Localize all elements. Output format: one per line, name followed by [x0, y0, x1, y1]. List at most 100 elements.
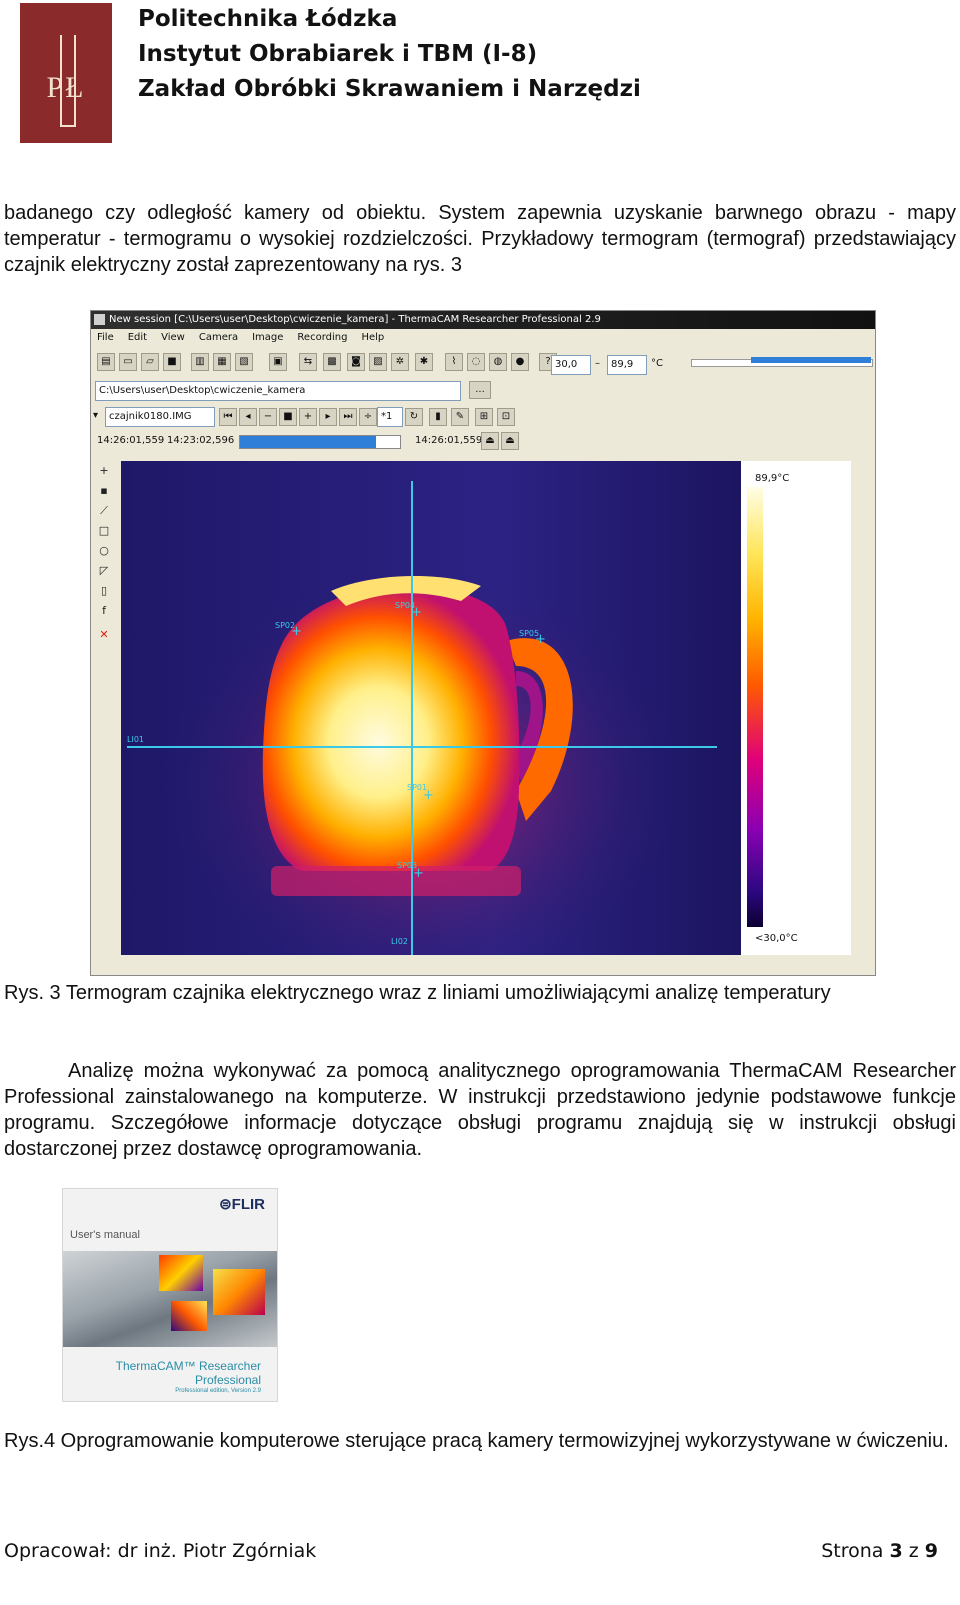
time-row: 14:26:01,559 14:23:02,596 14:26:01,559 ⏏…: [91, 430, 875, 454]
range-min-input[interactable]: 30,0: [551, 355, 591, 375]
spot-marker-sp05: +: [535, 632, 546, 647]
time-start: 14:26:01,559: [97, 435, 165, 446]
dropdown-arrow-icon[interactable]: ▾: [93, 410, 98, 421]
footer-page-number: Strona 3 z 9: [821, 1540, 938, 1562]
analysis-toolbar: + ▪ ⟋ □ ○ ◸ ▯ f ✕: [91, 459, 117, 974]
menu-file[interactable]: File: [97, 329, 114, 347]
save-icon[interactable]: ■: [163, 353, 181, 371]
first-frame-icon[interactable]: ⏮: [219, 408, 237, 426]
menu-edit[interactable]: Edit: [128, 329, 147, 347]
thermal-shot-1: [159, 1255, 203, 1291]
gear-icon[interactable]: ✲: [391, 353, 409, 371]
menu-help[interactable]: Help: [361, 329, 384, 347]
app-icon: [94, 314, 105, 325]
isotherm-icon[interactable]: ▯: [95, 583, 113, 599]
file-row: ▾ czajnik0180.IMG ⏮ ◂ − ■ + ▸ ⏭ ÷ *1 ↻ ▮…: [91, 404, 875, 430]
header-university: Politechnika Łódzka: [138, 6, 398, 32]
line-label-li02: LI02: [391, 937, 408, 946]
thermogram-image: SP02 + SP04 + SP05 + LI01 SP01 + SP03 + …: [121, 461, 741, 955]
stop-icon[interactable]: ■: [279, 408, 297, 426]
wand-icon[interactable]: ⌇: [445, 353, 463, 371]
frame-step-input[interactable]: *1: [377, 407, 403, 427]
paragraph-analysis: Analizę można wykonywać za pomocą analit…: [4, 1060, 956, 1160]
formula-icon[interactable]: f: [95, 603, 113, 619]
browse-button[interactable]: ...: [469, 381, 491, 399]
file-input[interactable]: czajnik0180.IMG: [105, 407, 215, 427]
spot-marker-sp04: +: [411, 605, 422, 620]
menu-image[interactable]: Image: [252, 329, 283, 347]
range-dash: –: [595, 358, 600, 369]
paste-icon[interactable]: ▧: [235, 353, 253, 371]
product-line-2: Professional: [194, 1373, 261, 1387]
header-department: Zakład Obróbki Skrawaniem i Narzędzi: [138, 76, 641, 102]
manual-cover-image: ⊜FLIR User's manual ThermaCAM™ Researche…: [62, 1188, 278, 1402]
line-li02: [411, 481, 413, 955]
plus-icon[interactable]: +: [299, 408, 317, 426]
mark-start-icon[interactable]: ⏏: [481, 432, 499, 450]
flir-logo: ⊜FLIR: [219, 1196, 265, 1213]
polygon-icon[interactable]: ◸: [95, 563, 113, 579]
spot-marker-sp01: +: [423, 788, 434, 803]
playback-progress[interactable]: [239, 435, 401, 449]
spot-icon[interactable]: ▪: [95, 483, 113, 499]
app-title-bar: New session [C:\Users\user\Desktop\cwicz…: [91, 311, 875, 329]
arrows-icon[interactable]: ⇆: [299, 353, 317, 371]
color-icon[interactable]: ●: [511, 353, 529, 371]
new-icon[interactable]: ▤: [97, 353, 115, 371]
rectangle-icon[interactable]: □: [95, 523, 113, 539]
product-line-1: ThermaCAM™ Researcher: [115, 1359, 261, 1373]
minus-icon[interactable]: −: [259, 408, 277, 426]
manual-subtitle: User's manual: [70, 1229, 140, 1241]
thermal-shot-2: [213, 1269, 265, 1315]
refresh-icon[interactable]: ↻: [405, 408, 423, 426]
next-frame-icon[interactable]: ▸: [319, 408, 337, 426]
scale-min-label: <30,0°C: [755, 933, 798, 944]
line-li01: [127, 746, 717, 748]
playback-progress-fill: [240, 436, 376, 448]
path-input[interactable]: C:\Users\user\Desktop\cwiczenie_kamera: [95, 381, 461, 401]
page-prefix: Strona: [821, 1540, 890, 1562]
delete-icon[interactable]: ✕: [95, 627, 113, 643]
line-label-li01: LI01: [127, 735, 144, 744]
add-icon[interactable]: +: [95, 463, 113, 479]
line-icon[interactable]: ⟋: [95, 503, 113, 519]
time-current: 14:26:01,559: [415, 435, 483, 446]
grid-icon[interactable]: ▦: [213, 353, 231, 371]
last-frame-icon[interactable]: ⏭: [339, 408, 357, 426]
zoom-icon[interactable]: ⊡: [497, 408, 515, 426]
paragraph-intro: badanego czy odległość kamery od obiektu…: [4, 202, 956, 276]
circle-icon[interactable]: ○: [95, 543, 113, 559]
figure-3-caption: Rys. 3 Termogram czajnika elektrycznego …: [4, 982, 831, 1004]
footer-author: Opracował: dr inż. Piotr Zgórniak: [4, 1540, 317, 1562]
figure-4-caption: Rys.4 Oprogramowanie komputerowe sterują…: [4, 1430, 949, 1452]
color-scale-bar: [747, 487, 763, 927]
spot-marker-sp03: +: [413, 866, 424, 881]
camera-icon[interactable]: ◙: [347, 353, 365, 371]
film-icon[interactable]: ▩: [323, 353, 341, 371]
header-institute: Instytut Obrabiarek i TBM (I-8): [138, 41, 538, 67]
prev-frame-icon[interactable]: ◂: [239, 408, 257, 426]
print-icon[interactable]: ▣: [269, 353, 287, 371]
open-icon[interactable]: ▭: [119, 353, 137, 371]
menu-camera[interactable]: Camera: [199, 329, 238, 347]
menu-recording[interactable]: Recording: [297, 329, 347, 347]
mark-end-icon[interactable]: ⏏: [501, 432, 519, 450]
bulb-icon[interactable]: ◌: [467, 353, 485, 371]
unit-label: °C: [651, 358, 663, 369]
palette-icon[interactable]: ◍: [489, 353, 507, 371]
thermal-shot-3: [171, 1301, 207, 1331]
scale-max-label: 89,9°C: [755, 473, 790, 484]
select-icon[interactable]: ⊞: [475, 408, 493, 426]
image-icon[interactable]: ▨: [369, 353, 387, 371]
battery-icon[interactable]: ▮: [429, 408, 447, 426]
university-logo: PŁ: [20, 3, 112, 143]
range-max-input[interactable]: 89,9: [607, 355, 647, 375]
open-folder-icon[interactable]: ▱: [141, 353, 159, 371]
step-icon[interactable]: ÷: [359, 408, 377, 426]
copy-icon[interactable]: ▥: [191, 353, 209, 371]
menu-view[interactable]: View: [161, 329, 185, 347]
star-icon[interactable]: ✱: [415, 353, 433, 371]
product-line-3: Professional edition, Version 2.9: [175, 1388, 261, 1394]
time-end: 14:23:02,596: [167, 435, 235, 446]
edit-icon[interactable]: ✎: [451, 408, 469, 426]
